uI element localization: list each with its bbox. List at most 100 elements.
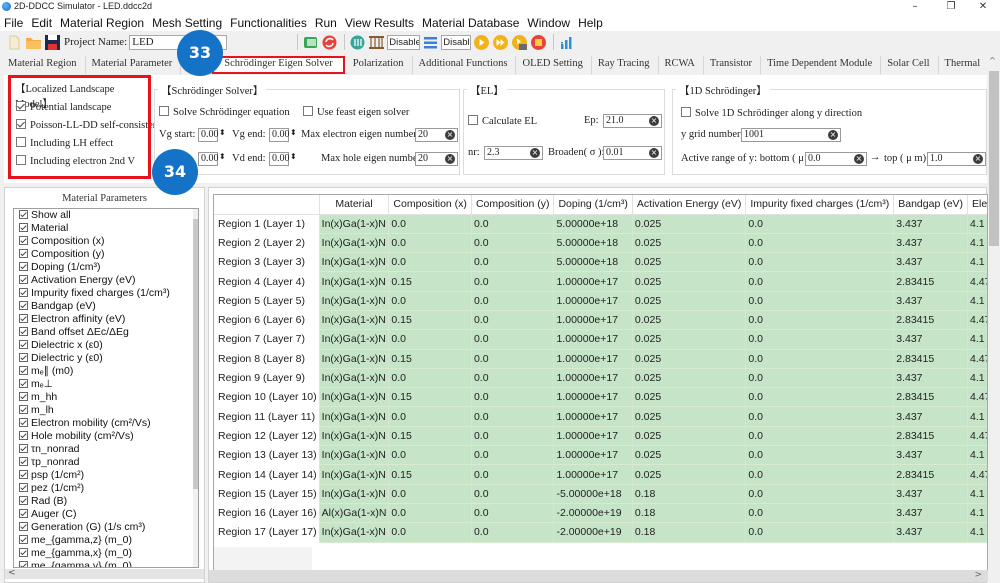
row-header[interactable]: Region 10 (Layer 10) [214, 387, 320, 407]
table-cell[interactable]: 3.437 [893, 503, 969, 524]
table-cell[interactable]: 0.025 [632, 329, 747, 350]
table-cell[interactable]: 3.437 [893, 368, 969, 389]
menu-window[interactable]: Window [527, 16, 570, 30]
checkbox[interactable] [19, 561, 28, 567]
table-cell[interactable]: 0.025 [632, 233, 747, 254]
new-file-icon[interactable] [6, 34, 23, 51]
vg-start-spinner[interactable]: 0.00 [198, 128, 219, 142]
table-cell[interactable]: 0.0 [388, 503, 472, 524]
table-cell[interactable]: 0.0 [745, 368, 895, 389]
clear-icon[interactable]: × [828, 130, 838, 140]
menu-material-database[interactable]: Material Database [422, 16, 519, 30]
table-cell[interactable]: 0.0 [388, 291, 472, 311]
spinner-arrows-icon[interactable]: ⬍ [290, 152, 297, 161]
table-cell[interactable]: 0.15 [388, 310, 472, 331]
menu-material-region[interactable]: Material Region [60, 16, 144, 30]
tab-oled-setting[interactable]: OLED Setting [516, 56, 592, 74]
parameter-item[interactable]: pez (1/cm²) [14, 482, 198, 495]
bottom-input[interactable]: 0.0 × [805, 152, 867, 166]
table-cell[interactable]: 5.00000e+18 [553, 214, 633, 234]
clear-icon[interactable]: × [445, 130, 455, 140]
column-header[interactable]: Composition (y) [471, 195, 555, 215]
table-cell[interactable]: 1.00000e+17 [553, 387, 633, 408]
parameter-item[interactable]: Composition (y) [14, 248, 198, 261]
table-cell[interactable]: 0.15 [388, 271, 472, 292]
broaden-input[interactable]: 0.01 × [603, 146, 662, 160]
table-cell[interactable]: 0.025 [632, 464, 747, 485]
table-cell[interactable]: -5.00000e+18 [553, 484, 633, 504]
save-icon[interactable] [44, 34, 61, 51]
table-cell[interactable]: -2.00000e+19 [553, 522, 633, 543]
table-cell[interactable]: 0.0 [471, 445, 555, 466]
table-cell[interactable]: 0.0 [745, 426, 895, 447]
table-cell[interactable]: 4.1 [967, 406, 987, 427]
table-cell[interactable]: 2.83415 [893, 271, 969, 292]
row-header[interactable]: Region 15 (Layer 15) [214, 484, 320, 504]
table-cell[interactable]: 0.0 [388, 233, 472, 254]
table-cell[interactable]: In(x)Ga(1-x)N [319, 349, 390, 369]
table-cell[interactable]: 0.0 [745, 349, 895, 369]
parameter-item[interactable]: Show all [14, 209, 198, 222]
column-header[interactable]: Doping (1/cm³) [553, 195, 633, 215]
table-cell[interactable]: 0.15 [388, 464, 472, 485]
parameter-item[interactable]: psp (1/cm²) [14, 469, 198, 482]
table-cell[interactable]: 4.4798 [967, 349, 987, 369]
row-header[interactable]: Region 13 (Layer 13) [214, 445, 320, 465]
nr-input[interactable]: 2.3 × [484, 146, 543, 160]
table-cell[interactable]: 1.00000e+17 [553, 426, 633, 447]
menu-run[interactable]: Run [315, 16, 337, 30]
checkbox[interactable] [19, 366, 28, 375]
clear-icon[interactable]: × [649, 148, 659, 158]
table-cell[interactable]: 4.1 [967, 329, 987, 350]
row-header[interactable]: Region 2 (Layer 2) [214, 233, 320, 253]
checkbox[interactable] [303, 106, 313, 116]
parameter-item[interactable]: Bandgap (eV) [14, 300, 198, 313]
table-cell[interactable]: 0.025 [632, 310, 747, 331]
list-icon[interactable] [422, 34, 439, 51]
checklist-scrollbar[interactable] [193, 209, 198, 567]
table-cell[interactable]: 0.0 [745, 406, 895, 427]
tab-transistor[interactable]: Transistor [703, 56, 762, 74]
table-cell[interactable]: 4.4798 [967, 387, 987, 408]
table-cell[interactable]: 4.4798 [967, 426, 987, 447]
checkbox[interactable] [19, 392, 28, 401]
parameter-item[interactable]: Electron affinity (eV) [14, 313, 198, 326]
table-cell[interactable]: 4.4798 [967, 464, 987, 485]
parameter-item[interactable]: Activation Energy (eV) [14, 274, 198, 287]
checkbox[interactable] [19, 223, 28, 232]
scroll-right-icon[interactable]: > [974, 570, 982, 580]
table-cell[interactable]: In(x)Ga(1-x)N [319, 214, 390, 234]
table-cell[interactable]: 0.0 [471, 368, 555, 389]
table-cell[interactable]: 0.025 [632, 214, 747, 234]
table-cell[interactable]: 0.0 [745, 522, 895, 543]
checkbox[interactable] [19, 327, 28, 336]
checkbox[interactable] [19, 470, 28, 479]
tab-ray-tracing[interactable]: Ray Tracing [591, 56, 659, 74]
table-cell[interactable]: 3.437 [893, 484, 969, 504]
chart-icon[interactable] [558, 34, 575, 51]
parameter-item[interactable]: Material [14, 222, 198, 235]
tab-solar-cell[interactable]: Solar Cell [881, 56, 939, 74]
table-cell[interactable]: Al(x)Ga(1-x)N [319, 503, 390, 524]
table-cell[interactable]: 0.0 [471, 349, 555, 369]
column-header[interactable]: Material [319, 195, 390, 215]
table-cell[interactable]: 0.0 [471, 310, 555, 331]
table-cell[interactable]: 0.0 [388, 329, 472, 350]
vd-start-spinner[interactable]: 0.00 [198, 152, 219, 166]
table-cell[interactable]: 0.025 [632, 291, 747, 311]
table-cell[interactable]: 1.00000e+17 [553, 406, 633, 427]
table-cell[interactable]: 4.1 [967, 445, 987, 466]
checkbox[interactable] [468, 115, 478, 125]
table-cell[interactable]: 3.437 [893, 252, 969, 273]
checkbox[interactable] [19, 496, 28, 505]
feast-solver-option[interactable]: Use feast eigen solver [303, 106, 409, 118]
checkbox[interactable] [19, 340, 28, 349]
checkbox[interactable] [19, 431, 28, 440]
tab-thermal[interactable]: Thermal [938, 56, 990, 74]
table-cell[interactable]: 0.15 [388, 349, 472, 369]
table-cell[interactable]: 0.0 [745, 329, 895, 350]
table-cell[interactable]: 0.0 [388, 445, 472, 466]
table-horizontal-scrollbar[interactable]: > [209, 570, 988, 582]
column-header[interactable]: Electron affin [967, 195, 987, 215]
row-header[interactable]: Region 11 (Layer 11) [214, 406, 320, 427]
